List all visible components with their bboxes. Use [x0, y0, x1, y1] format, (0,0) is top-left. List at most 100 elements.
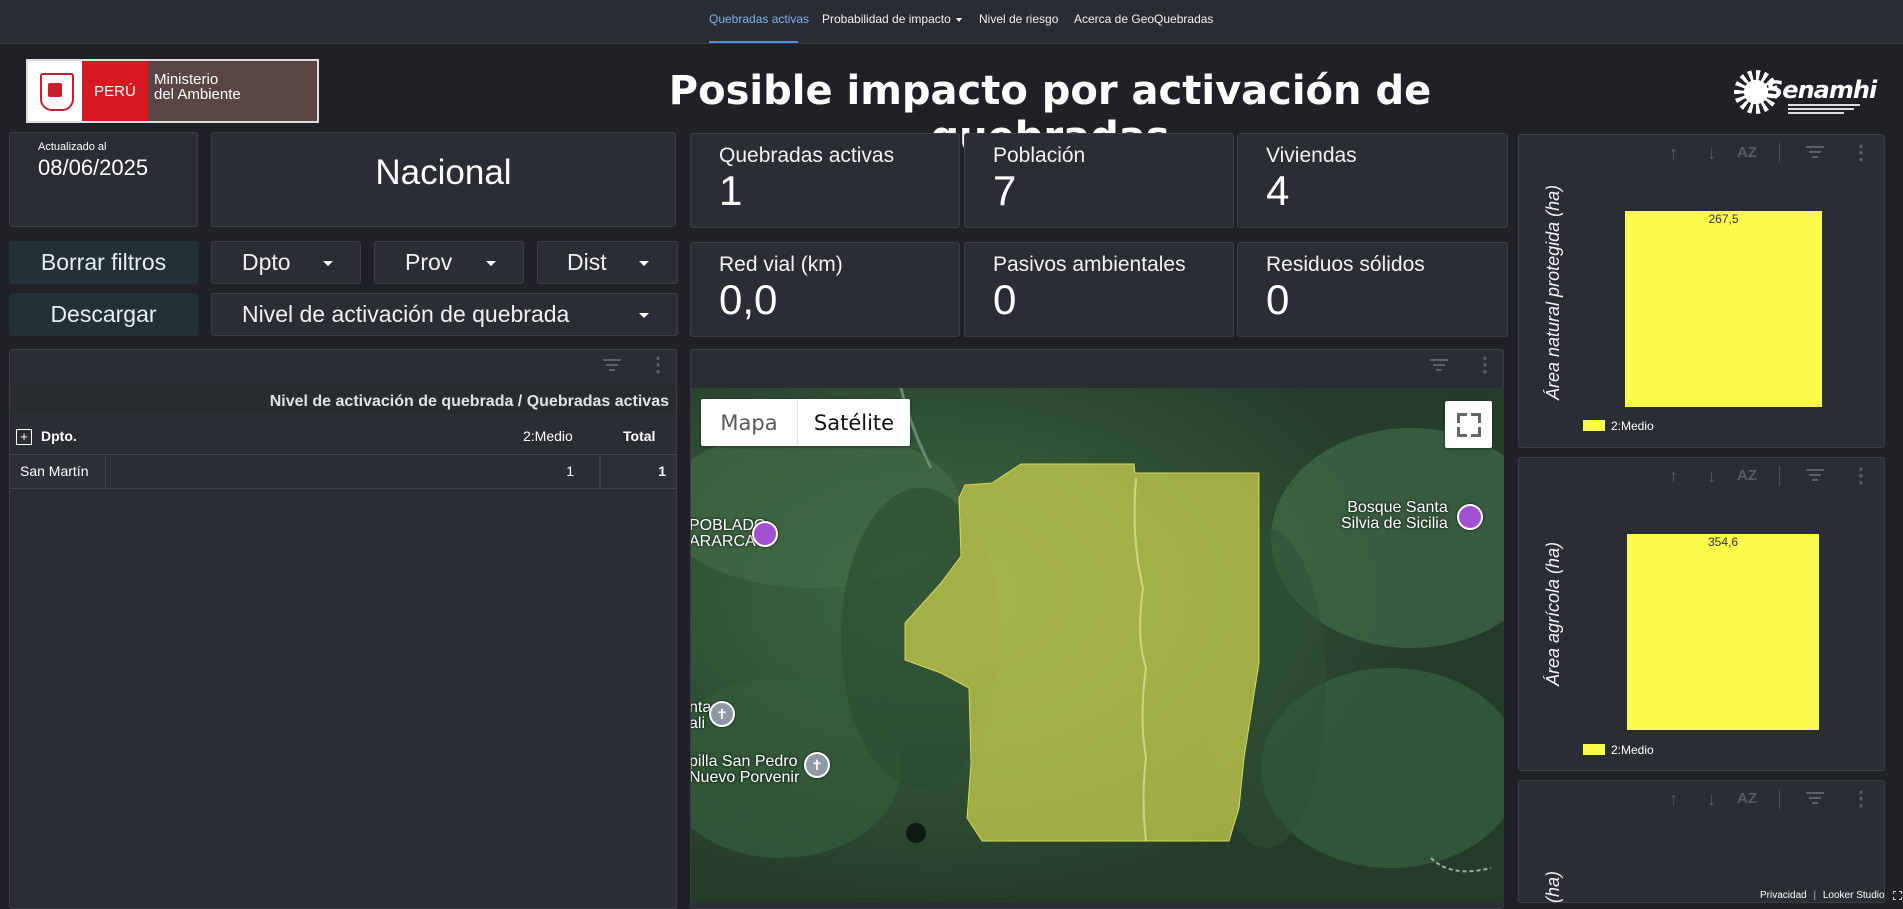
- more-options-icon[interactable]: ⋮: [648, 352, 668, 377]
- table-title: Nivel de activación de quebrada / Quebra…: [269, 393, 669, 410]
- looker-studio-link[interactable]: Looker Studio: [1823, 890, 1885, 901]
- nivel-activacion-dropdown[interactable]: Nivel de activación de quebrada: [211, 293, 678, 336]
- expand-icon[interactable]: +: [16, 429, 32, 445]
- map-canvas: [691, 388, 1504, 903]
- nav-tab-label: Probabilidad de impacto: [822, 12, 951, 26]
- kpi-residuos-solidos: Residuos sólidos 0: [1237, 242, 1508, 337]
- logo-peru-label: PERÚ: [82, 61, 148, 121]
- cell-medio: 1: [566, 463, 574, 479]
- chevron-down-icon: [639, 313, 649, 318]
- prov-dropdown[interactable]: Prov: [374, 241, 524, 284]
- column-header-total[interactable]: Total: [623, 428, 655, 444]
- kpi-label: Viviendas: [1266, 144, 1357, 167]
- kpi-label: Red vial (km): [719, 253, 843, 276]
- poi-camera-icon[interactable]: [1457, 504, 1483, 530]
- cell-dpto: San Martín: [20, 463, 89, 479]
- nivel-dropdown-label: Nivel de activación de quebrada: [242, 301, 570, 327]
- map-type-control: Mapa Satélite: [701, 399, 910, 446]
- map-poi-label: Bosque Santa Silvia de Sicilia: [1341, 499, 1448, 532]
- chart-panel-third: ↑ ↓ AZ ⋮ (ha): [1518, 780, 1885, 903]
- prov-dropdown-label: Prov: [405, 249, 453, 275]
- kpi-label: Población: [993, 144, 1086, 167]
- pivot-table-panel: ⋮ Nivel de activación de quebrada / Queb…: [9, 349, 677, 909]
- nav-tab-quebradas-activas[interactable]: Quebradas activas: [709, 12, 809, 26]
- kpi-poblacion: Población 7: [964, 133, 1234, 228]
- chevron-down-icon: [486, 261, 496, 266]
- poi-cross-icon[interactable]: ✝: [709, 701, 735, 727]
- legend-swatch: [1583, 744, 1605, 755]
- logo-ministerio-line2: del Ambiente: [154, 86, 241, 103]
- legend-label: 2:Medio: [1611, 419, 1654, 433]
- column-header-medio[interactable]: 2:Medio: [523, 428, 573, 444]
- update-date-card: Actualizado al 08/06/2025: [9, 132, 198, 227]
- kpi-value: 0: [1266, 276, 1290, 323]
- privacy-link[interactable]: Privacidad: [1760, 890, 1807, 901]
- chart-bar[interactable]: [1625, 211, 1822, 407]
- poi-cross-icon[interactable]: ✝: [804, 752, 830, 778]
- scope-card: Nacional: [211, 132, 676, 227]
- kpi-value: 7: [993, 167, 1017, 214]
- clear-filters-button[interactable]: Borrar filtros: [9, 241, 198, 284]
- kpi-viviendas: Viviendas 4: [1237, 133, 1508, 228]
- kpi-value: 0: [993, 276, 1017, 323]
- peru-coat-of-arms-icon: [28, 61, 82, 121]
- kpi-value: 1: [719, 167, 743, 214]
- update-date: 08/06/2025: [38, 155, 149, 180]
- bar-chart-area-natural: 267,5: [1625, 211, 1822, 407]
- scope-value: Nacional: [375, 153, 512, 192]
- fullscreen-icon: [1457, 413, 1467, 423]
- map-type-mapa-button[interactable]: Mapa: [701, 399, 797, 446]
- chart-panel-area-agricola: ↑ ↓ AZ ⋮ 354,6 Área agrícola (ha) 2:Medi…: [1518, 457, 1885, 771]
- fullscreen-icon[interactable]: [1893, 890, 1903, 900]
- poi-camera-icon[interactable]: [752, 521, 778, 547]
- filter-icon[interactable]: [1806, 789, 1824, 804]
- chart-panel-area-natural: ↑ ↓ AZ ⋮ 267,5 Área natural protegida (h…: [1518, 134, 1885, 448]
- more-options-icon[interactable]: ⋮: [1851, 786, 1871, 811]
- kpi-value: 0,0: [719, 276, 778, 323]
- kpi-quebradas-activas: Quebradas activas 1: [690, 133, 960, 228]
- filter-icon[interactable]: [603, 356, 621, 371]
- nav-tab-probabilidad-impacto[interactable]: Probabilidad de impacto: [822, 12, 962, 26]
- legend-swatch: [1583, 420, 1605, 431]
- y-axis-label: Área natural protegida (ha): [1543, 184, 1563, 400]
- chart-bar[interactable]: [1627, 534, 1819, 730]
- logo-ministerio-line1: Ministerio: [154, 71, 219, 88]
- kpi-label: Pasivos ambientales: [993, 253, 1186, 276]
- ministerio-logo: PERÚ Ministerio del Ambiente: [26, 59, 319, 123]
- bar-chart-area-agricola: 354,6: [1627, 534, 1819, 730]
- nav-tab-nivel-riesgo[interactable]: Nivel de riesgo: [979, 12, 1058, 26]
- sort-descending-icon[interactable]: ↓: [1707, 789, 1716, 810]
- logo-ministerio-text: Ministerio del Ambiente: [154, 72, 241, 102]
- column-header-dpto[interactable]: Dpto.: [41, 428, 77, 444]
- cell-total: 1: [658, 463, 666, 479]
- legend-label: 2:Medio: [1611, 743, 1654, 757]
- download-button[interactable]: Descargar: [9, 293, 198, 336]
- y-axis-label: Área agrícola (ha): [1543, 541, 1563, 686]
- dist-dropdown[interactable]: Dist: [537, 241, 678, 284]
- sort-alpha-icon[interactable]: AZ: [1737, 790, 1757, 807]
- kpi-label: Residuos sólidos: [1266, 253, 1425, 276]
- sort-ascending-icon[interactable]: ↑: [1669, 789, 1678, 810]
- senamhi-logo: Senamhi: [1730, 66, 1877, 126]
- senamhi-wordmark: Senamhi: [1766, 76, 1877, 104]
- footer-links: Privacidad | Looker Studio: [1760, 890, 1903, 901]
- filter-icon[interactable]: [1430, 356, 1448, 371]
- kpi-value: 4: [1266, 167, 1290, 214]
- top-navigation: Quebradas activas Probabilidad de impact…: [0, 0, 1903, 44]
- bar-value-label: 267,5: [1708, 212, 1738, 226]
- update-label: Actualizado al: [38, 141, 107, 153]
- kpi-red-vial: Red vial (km) 0,0: [690, 242, 960, 337]
- more-options-icon[interactable]: ⋮: [1475, 352, 1495, 377]
- table-row[interactable]: San Martín 1 1: [10, 455, 676, 488]
- bar-value-label: 354,6: [1708, 535, 1738, 549]
- satellite-map[interactable]: Mapa Satélite POBLADO ARARCA Bosque Sant…: [691, 388, 1504, 903]
- kpi-label: Quebradas activas: [719, 144, 895, 167]
- dist-dropdown-label: Dist: [567, 249, 607, 275]
- kpi-pasivos-ambientales: Pasivos ambientales 0: [964, 242, 1234, 337]
- nav-tab-acerca[interactable]: Acerca de GeoQuebradas: [1074, 12, 1213, 26]
- chevron-down-icon: [639, 261, 649, 266]
- map-type-satelite-button[interactable]: Satélite: [798, 399, 910, 446]
- dpto-dropdown[interactable]: Dpto: [211, 241, 361, 284]
- fullscreen-button[interactable]: [1445, 401, 1492, 448]
- map-poi-label: pilla San Pedro Nuevo Porvenir: [691, 753, 800, 786]
